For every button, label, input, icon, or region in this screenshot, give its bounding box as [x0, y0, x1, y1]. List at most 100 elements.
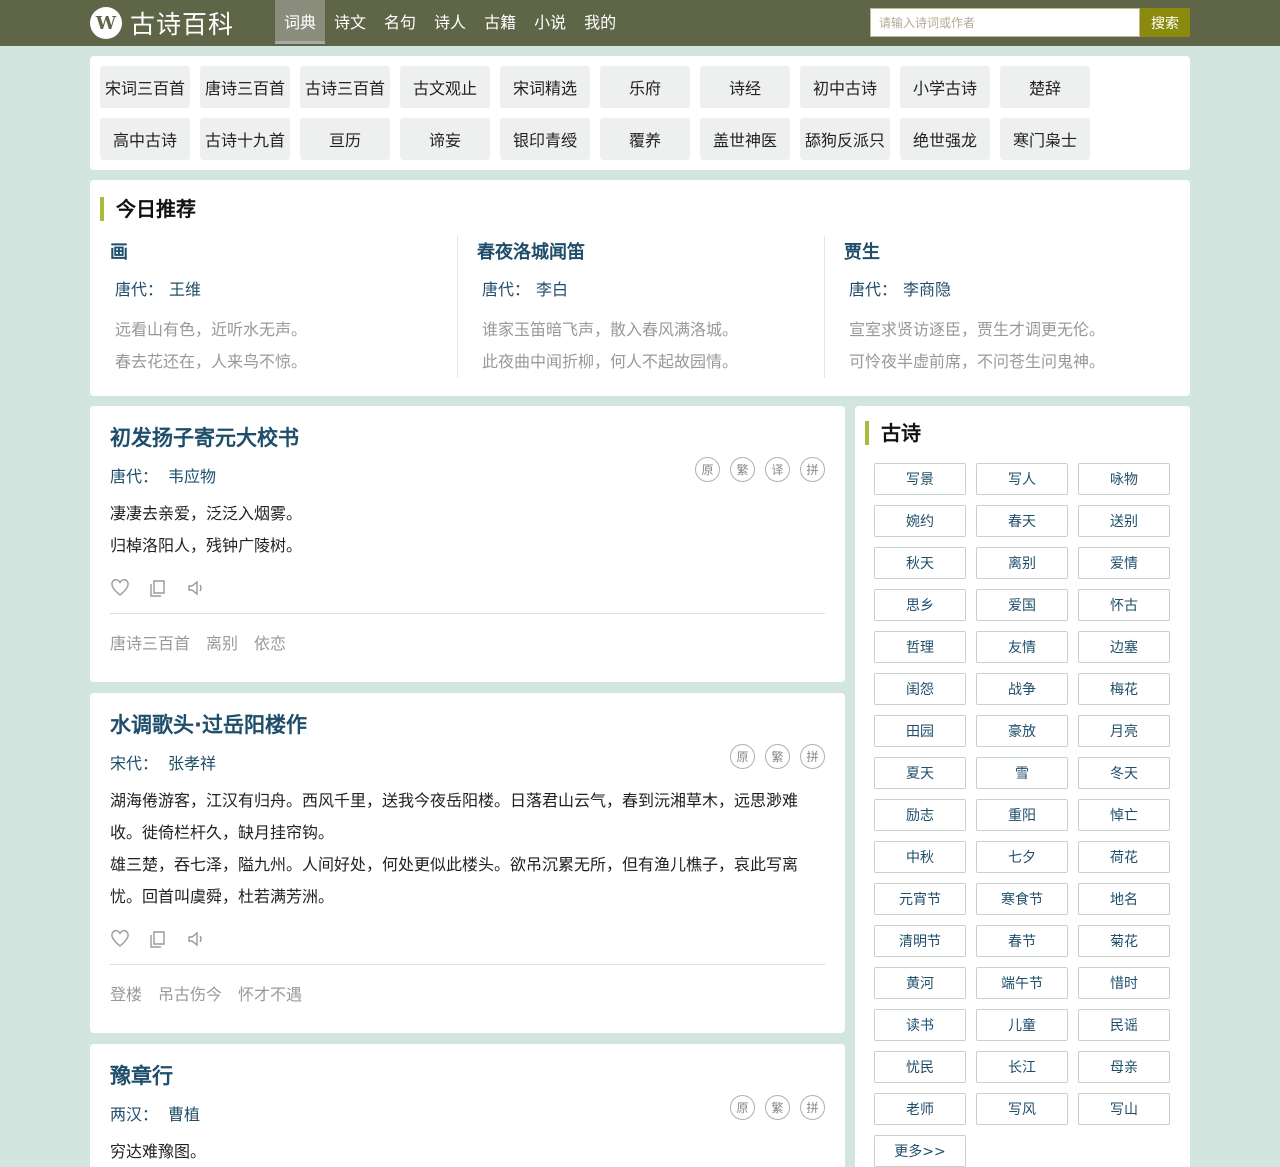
search-button[interactable]: 搜索	[1140, 8, 1190, 37]
sidebar-tag[interactable]: 励志	[874, 799, 966, 831]
sidebar-tag[interactable]: 婉约	[874, 505, 966, 537]
category-button[interactable]: 银印青绶	[500, 118, 590, 160]
category-button[interactable]: 乐府	[600, 66, 690, 108]
category-button[interactable]: 寒门枭士	[1000, 118, 1090, 160]
sidebar-tag[interactable]: 七夕	[976, 841, 1068, 873]
sidebar-tag[interactable]: 春节	[976, 925, 1068, 957]
sidebar-tag[interactable]: 惜时	[1078, 967, 1170, 999]
badge-拼[interactable]: 拼	[800, 457, 825, 482]
copy-icon[interactable]	[148, 578, 168, 598]
recommend-author[interactable]: 唐代： 王维	[115, 276, 201, 300]
nav-item-2[interactable]: 名句	[375, 0, 425, 46]
speaker-icon[interactable]	[186, 929, 206, 949]
sidebar-tag[interactable]: 春天	[976, 505, 1068, 537]
sidebar-tag[interactable]: 母亲	[1078, 1051, 1170, 1083]
sidebar-tag[interactable]: 豪放	[976, 715, 1068, 747]
sidebar-tag[interactable]: 重阳	[976, 799, 1068, 831]
sidebar-tag[interactable]: 爱情	[1078, 547, 1170, 579]
recommend-title[interactable]: 画	[110, 238, 128, 264]
poem-author[interactable]: 唐代： 韦应物	[110, 463, 216, 487]
badge-译[interactable]: 译	[765, 457, 790, 482]
poem-title[interactable]: 水调歌头·过岳阳楼作	[110, 709, 307, 739]
nav-item-4[interactable]: 古籍	[475, 0, 525, 46]
sidebar-tag[interactable]: 战争	[976, 673, 1068, 705]
recommend-author[interactable]: 唐代： 李白	[482, 276, 568, 300]
nav-item-6[interactable]: 我的	[575, 0, 625, 46]
sidebar-tag[interactable]: 梅花	[1078, 673, 1170, 705]
sidebar-tag[interactable]: 儿童	[976, 1009, 1068, 1041]
recommend-author-name[interactable]: 李商隐	[903, 280, 951, 299]
poem-author[interactable]: 宋代： 张孝祥	[110, 750, 216, 774]
category-button[interactable]: 绝世强龙	[900, 118, 990, 160]
poem-title[interactable]: 初发扬子寄元大校书	[110, 422, 299, 452]
poem-author-name[interactable]: 张孝祥	[168, 754, 216, 773]
category-button[interactable]: 唐诗三百首	[200, 66, 290, 108]
recommend-author-name[interactable]: 李白	[536, 280, 568, 299]
category-button[interactable]: 谛妄	[400, 118, 490, 160]
sidebar-tag[interactable]: 边塞	[1078, 631, 1170, 663]
nav-item-5[interactable]: 小说	[525, 0, 575, 46]
copy-icon[interactable]	[148, 929, 168, 949]
sidebar-tag[interactable]: 思乡	[874, 589, 966, 621]
poem-tag[interactable]: 依恋	[254, 630, 286, 654]
sidebar-tag[interactable]: 写风	[976, 1093, 1068, 1125]
sidebar-tag[interactable]: 元宵节	[874, 883, 966, 915]
recommend-author-name[interactable]: 王维	[169, 280, 201, 299]
badge-拼[interactable]: 拼	[800, 744, 825, 769]
poem-tag[interactable]: 登楼	[110, 981, 142, 1005]
poem-tag[interactable]: 怀才不遇	[238, 981, 302, 1005]
heart-icon[interactable]	[110, 578, 130, 598]
category-button[interactable]: 舔狗反派只	[800, 118, 890, 160]
sidebar-tag[interactable]: 夏天	[874, 757, 966, 789]
sidebar-tag[interactable]: 雪	[976, 757, 1068, 789]
badge-繁[interactable]: 繁	[765, 744, 790, 769]
category-button[interactable]: 宋词三百首	[100, 66, 190, 108]
sidebar-tag[interactable]: 寒食节	[976, 883, 1068, 915]
badge-繁[interactable]: 繁	[765, 1095, 790, 1120]
sidebar-tag[interactable]: 哲理	[874, 631, 966, 663]
category-button[interactable]: 诗经	[700, 66, 790, 108]
sidebar-tag[interactable]: 闺怨	[874, 673, 966, 705]
sidebar-tag[interactable]: 忧民	[874, 1051, 966, 1083]
sidebar-tag[interactable]: 悼亡	[1078, 799, 1170, 831]
category-button[interactable]: 古诗十九首	[200, 118, 290, 160]
sidebar-tag[interactable]: 冬天	[1078, 757, 1170, 789]
category-button[interactable]: 小学古诗	[900, 66, 990, 108]
sidebar-tag[interactable]: 地名	[1078, 883, 1170, 915]
category-button[interactable]: 亘历	[300, 118, 390, 160]
sidebar-tag[interactable]: 月亮	[1078, 715, 1170, 747]
speaker-icon[interactable]	[186, 578, 206, 598]
category-button[interactable]: 楚辞	[1000, 66, 1090, 108]
sidebar-tag[interactable]: 荷花	[1078, 841, 1170, 873]
poem-author-name[interactable]: 曹植	[168, 1105, 200, 1124]
category-button[interactable]: 高中古诗	[100, 118, 190, 160]
recommend-title[interactable]: 贾生	[844, 238, 880, 264]
sidebar-tag[interactable]: 咏物	[1078, 463, 1170, 495]
poem-tag[interactable]: 离别	[206, 630, 238, 654]
nav-item-3[interactable]: 诗人	[425, 0, 475, 46]
category-button[interactable]: 盖世神医	[700, 118, 790, 160]
poem-title[interactable]: 豫章行	[110, 1060, 173, 1090]
sidebar-tag[interactable]: 友情	[976, 631, 1068, 663]
sidebar-tag[interactable]: 端午节	[976, 967, 1068, 999]
category-button[interactable]: 古文观止	[400, 66, 490, 108]
poem-tag[interactable]: 唐诗三百首	[110, 630, 190, 654]
site-logo[interactable]: W 古诗百科	[90, 6, 234, 40]
sidebar-tag[interactable]: 长江	[976, 1051, 1068, 1083]
badge-原[interactable]: 原	[695, 457, 720, 482]
recommend-title[interactable]: 春夜洛城闻笛	[477, 238, 585, 264]
nav-item-0[interactable]: 词典	[275, 0, 326, 44]
sidebar-tag[interactable]: 怀古	[1078, 589, 1170, 621]
heart-icon[interactable]	[110, 929, 130, 949]
badge-繁[interactable]: 繁	[730, 457, 755, 482]
search-input[interactable]	[870, 8, 1140, 37]
poem-tag[interactable]: 吊古伤今	[158, 981, 222, 1005]
recommend-author[interactable]: 唐代： 李商隐	[849, 276, 951, 300]
sidebar-tag[interactable]: 中秋	[874, 841, 966, 873]
badge-原[interactable]: 原	[730, 744, 755, 769]
category-button[interactable]: 覆养	[600, 118, 690, 160]
category-button[interactable]: 宋词精选	[500, 66, 590, 108]
poem-author[interactable]: 两汉： 曹植	[110, 1101, 200, 1125]
category-button[interactable]: 古诗三百首	[300, 66, 390, 108]
sidebar-tag[interactable]: 黄河	[874, 967, 966, 999]
